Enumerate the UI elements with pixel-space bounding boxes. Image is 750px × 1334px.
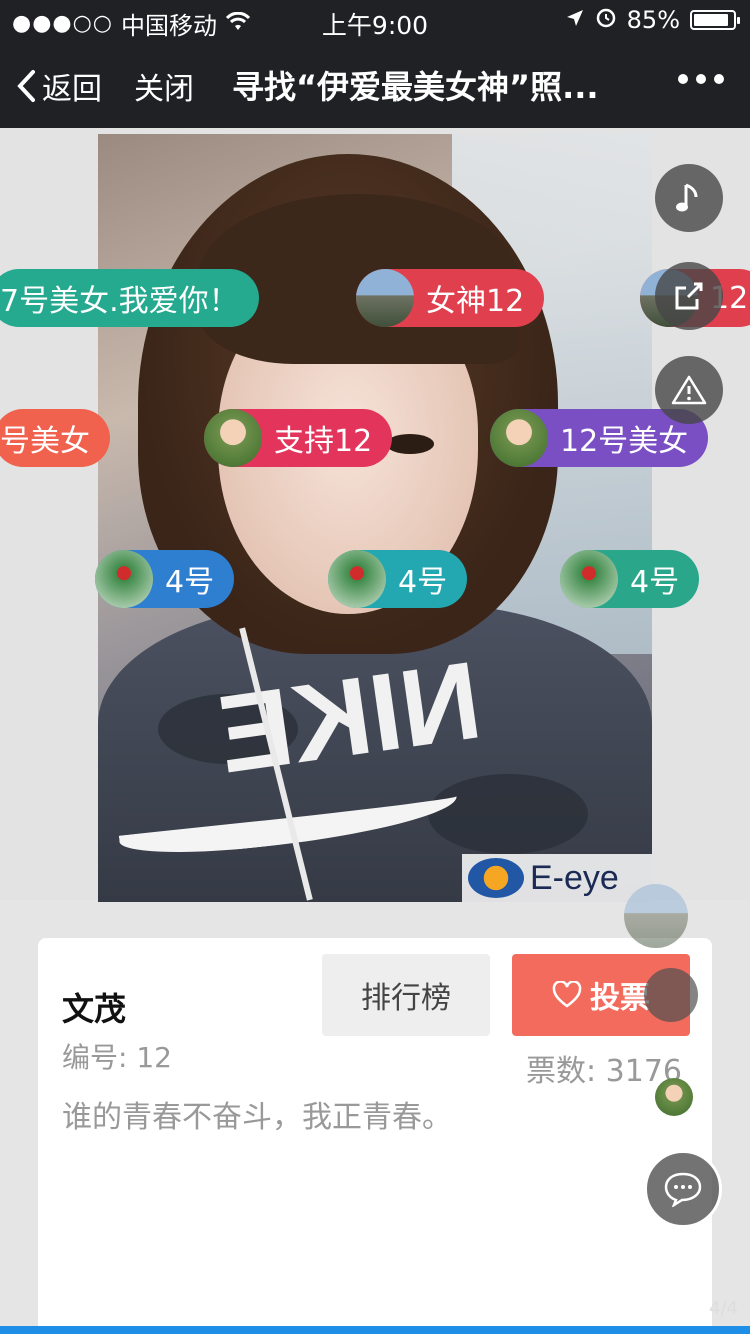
plant-avatar bbox=[560, 550, 618, 608]
more-dot-icon bbox=[678, 74, 688, 84]
plant-avatar bbox=[95, 550, 153, 608]
floating-avatar bbox=[624, 884, 688, 948]
danmaku-bubble: 号美女 bbox=[0, 409, 110, 467]
contestant-card: 文茂 编号: 12 谁的青春不奋斗，我正青春。 排行榜 投票 票数: 3176 bbox=[38, 938, 712, 1334]
battery-icon bbox=[690, 10, 740, 30]
danmaku-bubble: 支持12 bbox=[204, 409, 393, 467]
nav-bar: 返回 关闭 寻找“伊爱最美女神”照... bbox=[0, 40, 750, 128]
danmaku-text: 4号 bbox=[398, 565, 448, 600]
heart-icon bbox=[552, 981, 582, 1008]
back-label: 返回 bbox=[42, 72, 102, 107]
floating-avatar bbox=[655, 1078, 693, 1116]
danmaku-bubble: 4号 bbox=[328, 550, 468, 608]
vote-label: 投票 bbox=[590, 981, 650, 1016]
mountain-avatar bbox=[356, 269, 414, 327]
danmaku-text: 支持12 bbox=[274, 424, 373, 459]
vote-count: 票数: 3176 bbox=[526, 1054, 682, 1089]
chat-icon bbox=[664, 1172, 702, 1207]
danmaku-text: 号美女 bbox=[0, 424, 90, 459]
danmaku-text: 女神12 bbox=[426, 284, 525, 319]
report-icon bbox=[671, 375, 707, 405]
kid-avatar bbox=[204, 409, 262, 467]
danmaku-text: 4号 bbox=[165, 565, 215, 600]
contestant-photo[interactable]: NIKE E-eye bbox=[98, 134, 652, 902]
contestant-number: 编号: 12 bbox=[62, 1041, 172, 1074]
watermark-text: E-eye bbox=[530, 858, 619, 897]
share-icon bbox=[675, 282, 703, 310]
danmaku-text: 4号 bbox=[630, 565, 680, 600]
watermark-logo: E-eye bbox=[462, 854, 652, 902]
kid-avatar bbox=[490, 409, 548, 467]
danmaku-text: 7号美女.我爱你！ bbox=[0, 284, 239, 319]
more-dot-icon bbox=[696, 74, 706, 84]
chevron-left-icon bbox=[17, 70, 35, 102]
location-icon bbox=[565, 6, 585, 34]
music-icon bbox=[676, 183, 698, 212]
battery-percent: 85% bbox=[626, 6, 680, 34]
danmaku-bubble: 4号 bbox=[95, 550, 235, 608]
planet-logo-icon bbox=[468, 858, 524, 898]
page-indicator: 4/4 bbox=[709, 1298, 738, 1319]
contestant-name: 文茂 bbox=[62, 990, 127, 1028]
report-button[interactable] bbox=[655, 356, 723, 424]
status-bar: ●●●○○ 中国移动 上午9:00 85% bbox=[0, 0, 750, 40]
danmaku-bubble: 7号美女.我爱你！ bbox=[0, 269, 259, 327]
photo-area: NIKE E-eye bbox=[0, 128, 750, 902]
status-right: 85% bbox=[565, 6, 740, 34]
ranking-button[interactable]: 排行榜 bbox=[322, 954, 490, 1036]
music-button[interactable] bbox=[655, 164, 723, 232]
chat-button[interactable] bbox=[644, 1150, 722, 1228]
share-button[interactable] bbox=[655, 262, 723, 330]
more-dot-icon bbox=[714, 74, 724, 84]
contestant-slogan: 谁的青春不奋斗，我正青春。 bbox=[62, 1100, 452, 1135]
close-button[interactable]: 关闭 bbox=[134, 64, 194, 108]
back-button[interactable]: 返回 bbox=[16, 64, 102, 108]
page-title: 寻找“伊爱最美女神”照... bbox=[232, 68, 599, 106]
alarm-icon bbox=[595, 6, 617, 34]
more-button[interactable] bbox=[678, 74, 724, 84]
floating-avatar bbox=[644, 968, 698, 1022]
bottom-bar bbox=[0, 1326, 750, 1334]
danmaku-bubble: 女神12 bbox=[356, 269, 545, 327]
plant-avatar bbox=[328, 550, 386, 608]
danmaku-bubble: 4号 bbox=[560, 550, 700, 608]
